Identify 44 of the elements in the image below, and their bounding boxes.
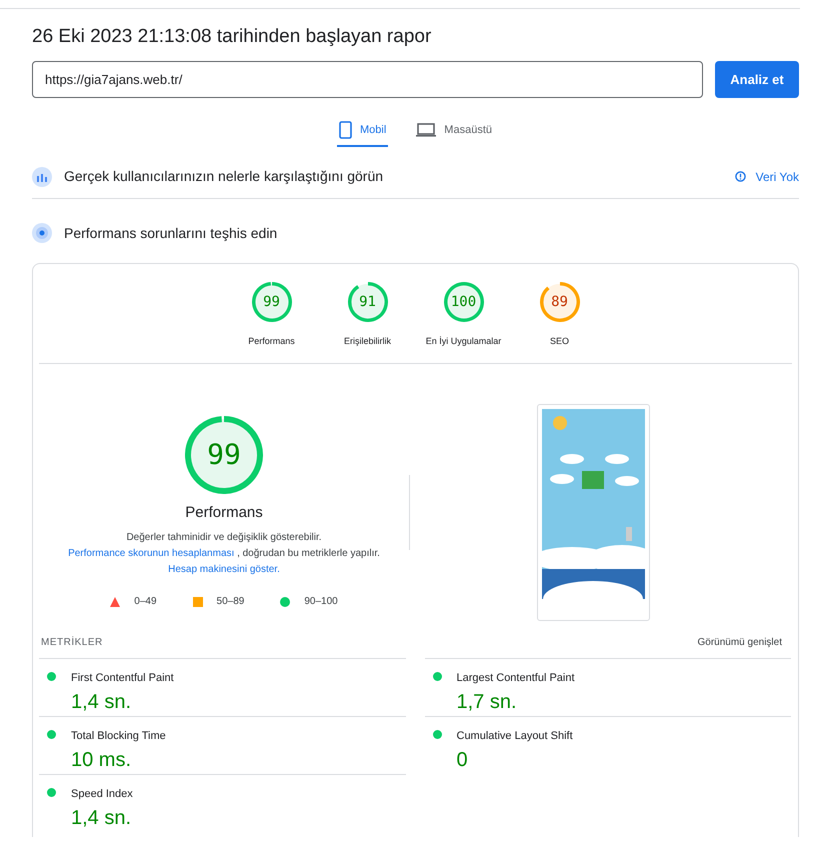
metric-name: Largest Contentful Paint (456, 671, 575, 686)
legend-range: 90–100 (304, 595, 338, 610)
users-chart-icon (32, 166, 52, 186)
metric-name: Speed Index (71, 787, 133, 802)
category-label: SEO (550, 335, 569, 348)
metrics-heading: METRİKLER (41, 635, 103, 650)
metric-value: 0 (456, 748, 469, 772)
report-title: 26 Eki 2023 21:13:08 tarihinden başlayan rapor (32, 25, 432, 49)
circle-icon (280, 596, 290, 607)
metric-value: 10 ms. (71, 748, 132, 772)
analyze-button[interactable]: Analiz et (715, 61, 799, 98)
metric-name: Cumulative Layout Shift (456, 729, 573, 744)
triangle-icon (110, 596, 120, 607)
score-number: 91 (359, 292, 376, 312)
expand-view-link[interactable]: Görünümü genişlet (698, 635, 782, 650)
metric-value: 1,7 sn. (456, 690, 518, 714)
metric-value: 1,4 sn. (71, 806, 132, 830)
legend-range: 0–49 (134, 595, 157, 610)
no-data-link[interactable]: Veri Yok (756, 168, 799, 186)
url-input-field[interactable]: https://gia7ajans.web.tr/ (32, 61, 703, 98)
gauge-label: Performans (185, 502, 263, 523)
category-label: Performans (248, 335, 295, 348)
section-title: Performans sorunlarını teşhis edin (64, 224, 278, 243)
device-tab[interactable]: Masaüstü (414, 115, 494, 147)
laptop-icon (416, 123, 436, 137)
category-label: Erişilebilirlik (344, 335, 391, 348)
section-title: Gerçek kullanıcılarınızın nelerle karşılaştığını görün (64, 167, 384, 186)
description-link[interactable]: Performance skorunun hesaplanması (68, 548, 234, 560)
info-icon (734, 171, 746, 182)
square-icon (192, 596, 203, 607)
category-label: En İyi Uygulamalar (426, 335, 502, 348)
radar-icon (32, 223, 52, 243)
device-tab[interactable]: Mobil (337, 115, 388, 147)
metric-name: First Contentful Paint (71, 671, 174, 686)
metric-value: 1,4 sn. (71, 690, 132, 714)
description-link[interactable]: Hesap makinesini göster. (168, 564, 280, 576)
score-number: 99 (263, 292, 280, 312)
metric-name: Total Blocking Time (71, 729, 166, 744)
score-number: 99 (207, 436, 241, 473)
legend-range: 50–89 (216, 595, 244, 610)
score-number: 89 (551, 292, 568, 312)
description-text: Değerler tahminidir ve değişiklik gösterebilir. Performance skorunun hesaplanması , doğrudan bu metriklerle yapılır. Hesap makinesini göster. (67, 531, 381, 578)
score-number: 100 (450, 292, 476, 312)
phone-icon (339, 121, 352, 139)
